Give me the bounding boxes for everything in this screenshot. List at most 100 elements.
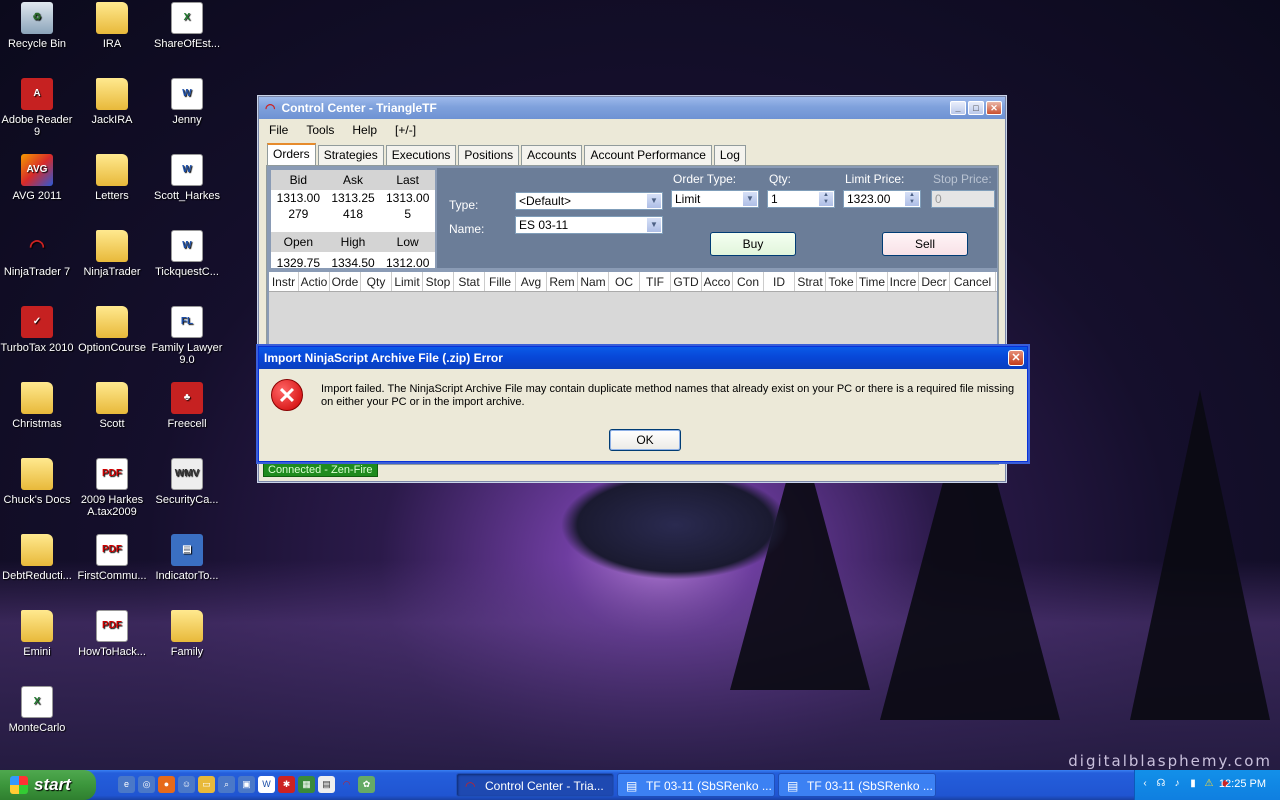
grid-column-header[interactable]: Decr [919,272,950,291]
qty-stepper[interactable]: 1 ▲ ▼ [767,190,835,208]
internet-explorer-icon[interactable]: e [118,776,135,793]
menu-tools[interactable]: Tools [306,123,334,137]
volume-icon[interactable]: ♪ [1171,778,1183,790]
explorer-icon[interactable]: ▭ [198,776,215,793]
desktop-icon-item[interactable]: Chuck's Docs [0,458,74,506]
desktop-icon-item[interactable]: Emini [0,610,74,658]
dialog-titlebar[interactable]: Import NinjaScript Archive File (.zip) E… [259,347,1027,369]
grid-column-header[interactable]: Time [857,272,888,291]
task-chart-2[interactable]: ▤ TF 03-11 (SbSRenko ... [778,773,936,797]
dialog-close-button[interactable]: ✕ [1008,350,1024,366]
desktop-icon-item[interactable]: ♣ Freecell [150,382,224,430]
messenger-icon[interactable]: ☺ [178,776,195,793]
desktop-icon-item[interactable]: Letters [75,154,149,202]
grid-column-header[interactable]: Actio [299,272,330,291]
grid-column-header[interactable]: Fille [485,272,516,291]
desktop-icon-item[interactable]: W Scott_Harkes [150,154,224,202]
desktop-icon-item[interactable]: Christmas [0,382,74,430]
tab-strategies[interactable]: Strategies [317,145,384,165]
tab-positions[interactable]: Positions [458,145,520,165]
grid-column-header[interactable]: Stat [454,272,485,291]
chevron-left-icon[interactable]: ‹ [1139,778,1151,790]
minimize-button[interactable]: _ [950,101,966,115]
task-control-center[interactable]: ◠ Control Center - Tria... [456,773,614,797]
app-icon[interactable]: ▦ [298,776,315,793]
spinner-arrows-icon[interactable]: ▲ ▼ [905,192,919,206]
desktop-icon-item[interactable]: W TickquestC... [150,230,224,278]
grid-column-header[interactable]: Orde [330,272,361,291]
name-select[interactable]: ES 03-11 ▼ [515,216,663,234]
desktop-icon-item[interactable]: ♻ Recycle Bin [0,2,74,50]
grid-column-header[interactable]: Con [733,272,764,291]
grid-column-header[interactable]: Instr [269,272,299,291]
chevron-down-icon[interactable]: ▼ [647,194,661,208]
desktop-icon-item[interactable]: Family [150,610,224,658]
warning-icon[interactable]: ⚠ [1203,778,1215,790]
menu-expand[interactable]: [+/-] [395,123,416,137]
grid-column-header[interactable]: Strat [795,272,826,291]
grid-column-header[interactable]: Toke [826,272,857,291]
desktop-icon-item[interactable]: NinjaTrader [75,230,149,278]
tab-account-performance[interactable]: Account Performance [584,145,712,165]
desktop-icon-item[interactable]: JackIRA [75,78,149,126]
signal-icon[interactable]: ▮ [1187,778,1199,790]
menu-file[interactable]: File [269,123,288,137]
word-icon[interactable]: W [258,776,275,793]
desktop-icon-item[interactable]: ▤ IndicatorTo... [150,534,224,582]
desktop-icon-item[interactable]: PDF FirstCommu... [75,534,149,582]
desktop-icon-item[interactable]: AVG AVG 2011 [0,154,74,202]
type-select[interactable]: <Default> ▼ [515,192,663,210]
chevron-down-icon[interactable]: ▼ [647,218,661,232]
desktop-icon-item[interactable]: A Adobe Reader 9 [0,78,74,138]
grid-column-header[interactable]: GTD [671,272,702,291]
desktop-icon-item[interactable]: W Jenny [150,78,224,126]
grid-column-header[interactable]: Nam [578,272,609,291]
desktop-icon-item[interactable]: IRA [75,2,149,50]
desktop-icon-item[interactable]: ✓ TurboTax 2010 [0,306,74,354]
desktop-icon-item[interactable]: DebtReducti... [0,534,74,582]
close-button[interactable]: ✕ [986,101,1002,115]
maximize-button[interactable]: □ [968,101,984,115]
tab-log[interactable]: Log [713,145,746,165]
order-type-select[interactable]: Limit ▼ [671,190,759,208]
spinner-arrows-icon[interactable]: ▲ ▼ [819,192,833,206]
desktop-icon-item[interactable]: X MonteCarlo [0,686,74,734]
desktop-icon-item[interactable]: OptionCourse [75,306,149,354]
grid-column-header[interactable]: ID [764,272,795,291]
chevron-down-icon[interactable]: ▼ [743,192,757,206]
ninjatrader-icon[interactable]: ◠ [338,776,355,793]
grid-column-header[interactable]: Stop [423,272,454,291]
grid-column-header[interactable]: Avg [516,272,547,291]
tab-accounts[interactable]: Accounts [521,145,583,165]
desktop-icon-item[interactable]: FL Family Lawyer 9.0 [150,306,224,366]
network-icon[interactable]: ☊ [1155,778,1167,790]
grid-column-header[interactable]: OC [609,272,640,291]
game-icon[interactable]: ✿ [358,776,375,793]
ok-button[interactable]: OK [609,429,681,451]
menu-help[interactable]: Help [352,123,377,137]
grid-column-header[interactable]: Acco [702,272,733,291]
search-icon[interactable]: ⌕ [218,776,235,793]
grid-column-header[interactable]: Cancel [950,272,996,291]
firefox-icon[interactable]: ● [158,776,175,793]
calendar-icon[interactable]: ▤ [318,776,335,793]
grid-column-header[interactable]: TIF [640,272,671,291]
tab-orders[interactable]: Orders [267,143,316,165]
limit-price-stepper[interactable]: 1323.00 ▲ ▼ [843,190,921,208]
sell-button[interactable]: Sell [882,232,968,256]
tab-executions[interactable]: Executions [385,145,457,165]
grid-column-header[interactable]: Rem [547,272,578,291]
grid-column-header[interactable]: Qty [361,272,392,291]
grid-column-header[interactable]: Incre [888,272,919,291]
desktop-icon-item[interactable]: PDF 2009 Harkes A.tax2009 [75,458,149,518]
desktop-icon-item[interactable]: X ShareOfEst... [150,2,224,50]
buy-button[interactable]: Buy [710,232,796,256]
browser-icon[interactable]: ◎ [138,776,155,793]
desktop-icon-item[interactable]: Scott [75,382,149,430]
desktop-icon-item[interactable]: PDF HowToHack... [75,610,149,658]
desktop-icon-item[interactable]: WMV SecurityCa... [150,458,224,506]
desktop-icon[interactable]: ▣ [238,776,255,793]
grid-column-header[interactable]: Limit [392,272,423,291]
task-chart-1[interactable]: ▤ TF 03-11 (SbSRenko ... [617,773,775,797]
window-titlebar[interactable]: ◠ Control Center - TriangleTF _ □ ✕ [259,97,1005,119]
